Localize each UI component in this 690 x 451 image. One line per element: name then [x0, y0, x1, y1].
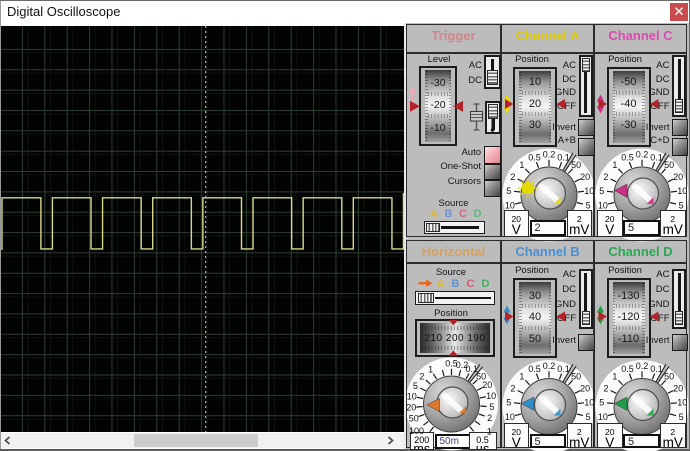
svg-text:100: 100: [409, 426, 424, 436]
svg-text:1: 1: [487, 427, 492, 437]
